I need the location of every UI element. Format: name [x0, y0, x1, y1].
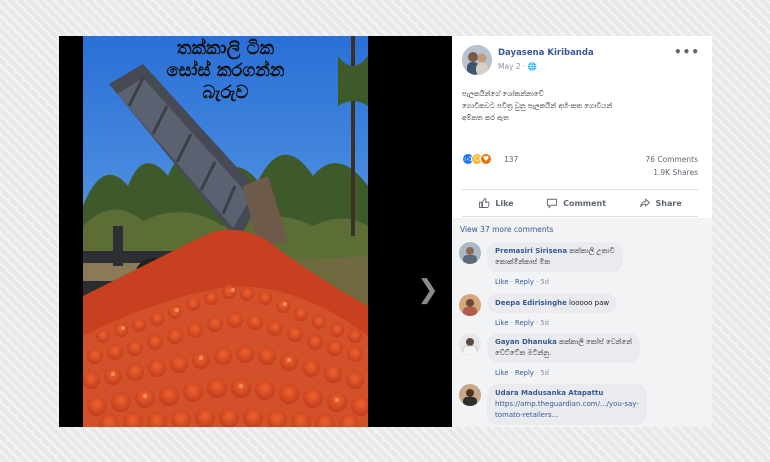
comment-reply-link[interactable]: Reply	[515, 319, 534, 327]
view-more-comments-link[interactable]: View 37 more comments	[460, 225, 553, 234]
thumbs-up-icon	[479, 198, 490, 208]
comment-text: කක්කාලි උකාවි	[569, 247, 615, 255]
comment-reply-link[interactable]: Reply	[515, 278, 534, 286]
overlay-line: තක්කාලි ටික	[176, 38, 275, 59]
more-options-icon[interactable]: •••	[674, 45, 700, 59]
comment-bubble: Udara Madusanka Atapattu https://amp.the…	[487, 384, 647, 425]
next-photo-chevron-icon[interactable]: ❯	[417, 276, 439, 304]
photo-overlay-caption: තක්කාලි ටික සෝස් කරගන්න බැරුව	[83, 38, 368, 104]
avatar-photo	[459, 333, 481, 355]
comment-like-link[interactable]: Like	[495, 319, 509, 327]
comment-bubble: Deepa Edirisinghe looooo paw	[487, 294, 618, 313]
like-button[interactable]: Like	[478, 197, 514, 209]
post-meta: May 2 · 🌐	[498, 62, 537, 71]
commenter-name[interactable]: Premasiri Sirisena	[495, 247, 567, 255]
comment-time[interactable]: 5d	[540, 369, 549, 377]
post-text-line: පැලකයින්ගේ ශෝකන්නාවේ	[462, 90, 544, 98]
comment-time[interactable]: 5d	[540, 278, 549, 286]
comment-actions: Like · Reply · 5d	[495, 319, 549, 327]
author-name[interactable]: Dayasena Kiribanda	[498, 48, 594, 58]
comments-count[interactable]: 76 Comments	[645, 155, 698, 164]
reaction-count[interactable]: 137	[504, 155, 518, 164]
comment-reply-link[interactable]: Reply	[515, 369, 534, 377]
post-panel: Dayasena Kiribanda May 2 · 🌐 ••• පැලකයින…	[452, 36, 712, 427]
post-text-line: ගොවිකවට පවිත්‍ර වුනු පැලකයින් අහි-කත ගොව…	[462, 102, 613, 110]
comment-text: කක්කාලි කෝස් වෙන්නේ	[559, 338, 632, 346]
comment-bubble: Gayan Dhanuka කක්කාලි කෝස් වෙන්නේ වේට්ටේ…	[487, 333, 640, 363]
post-header: Dayasena Kiribanda May 2 · 🌐 •••	[462, 45, 704, 75]
post-text-line: අම්කත කර ඇත	[462, 114, 509, 122]
comment-actions: Like · Reply · 5d	[495, 278, 549, 286]
reactions-bar: 👍︎ ☺︎ ♥︎ 137 76 Comments 1.9K Shares	[462, 153, 698, 177]
avatar-photo	[459, 294, 481, 316]
commenter-name[interactable]: Gayan Dhanuka	[495, 338, 557, 346]
post-photo[interactable]: තක්කාලි ටික සෝස් කරගන්න බැරුව	[83, 36, 368, 427]
comment-text: කොක්මින්කාස් මික	[495, 258, 551, 266]
author-avatar[interactable]	[462, 45, 492, 75]
shares-count[interactable]: 1.9K Shares	[653, 168, 698, 177]
share-button[interactable]: Share	[639, 197, 682, 209]
commenter-avatar[interactable]	[459, 294, 481, 316]
comment-link[interactable]: tomato-retailers...	[495, 411, 558, 419]
avatar-photo	[459, 242, 481, 264]
photo-pane: තක්කාලි ටික සෝස් කරගන්න බැරුව ❯	[59, 36, 452, 427]
comment-time[interactable]: 5d	[540, 319, 549, 327]
post-date[interactable]: May 2	[498, 62, 521, 71]
avatar-photo	[462, 45, 492, 75]
comment-actions: Like · Reply · 5d	[495, 369, 549, 377]
share-arrow-icon	[639, 198, 650, 208]
love-reaction-icon[interactable]: ♥︎	[480, 153, 492, 165]
overlay-line: සෝස් කරගන්න	[166, 60, 285, 81]
commenter-avatar[interactable]	[459, 333, 481, 355]
like-label: Like	[495, 198, 514, 208]
comments-section: View 37 more comments Premasiri Sirisena…	[452, 218, 712, 427]
post-text: පැලකයින්ගේ ශෝකන්නාවේ ගොවිකවට පවිත්‍ර වුන…	[462, 88, 700, 124]
commenter-avatar[interactable]	[459, 242, 481, 264]
post-actions: Like Comment Share	[462, 189, 698, 217]
overlay-line: බැරුව	[202, 82, 249, 103]
commenter-name[interactable]: Udara Madusanka Atapattu	[495, 389, 603, 397]
share-label: Share	[655, 198, 682, 208]
comment-label: Comment	[563, 198, 607, 208]
comment-bubble: Premasiri Sirisena කක්කාලි උකාවි කොක්මින…	[487, 242, 623, 272]
comment-icon	[547, 198, 558, 209]
comment-like-link[interactable]: Like	[495, 278, 509, 286]
commenter-avatar[interactable]	[459, 384, 481, 406]
comment-text: looooo paw	[569, 299, 610, 307]
facebook-post-viewer: තක්කාලි ටික සෝස් කරගන්න බැරුව ❯ Dayasena…	[59, 36, 712, 427]
avatar-photo	[459, 384, 481, 406]
comment-link[interactable]: https://amp.theguardian.com/.../you-say-	[495, 400, 639, 408]
comment-button[interactable]: Comment	[546, 197, 606, 209]
comment-like-link[interactable]: Like	[495, 369, 509, 377]
commenter-name[interactable]: Deepa Edirisinghe	[495, 299, 567, 307]
globe-icon: 🌐	[527, 62, 538, 71]
comment-text: වේට්ටේක මටින්නු.	[495, 349, 552, 357]
